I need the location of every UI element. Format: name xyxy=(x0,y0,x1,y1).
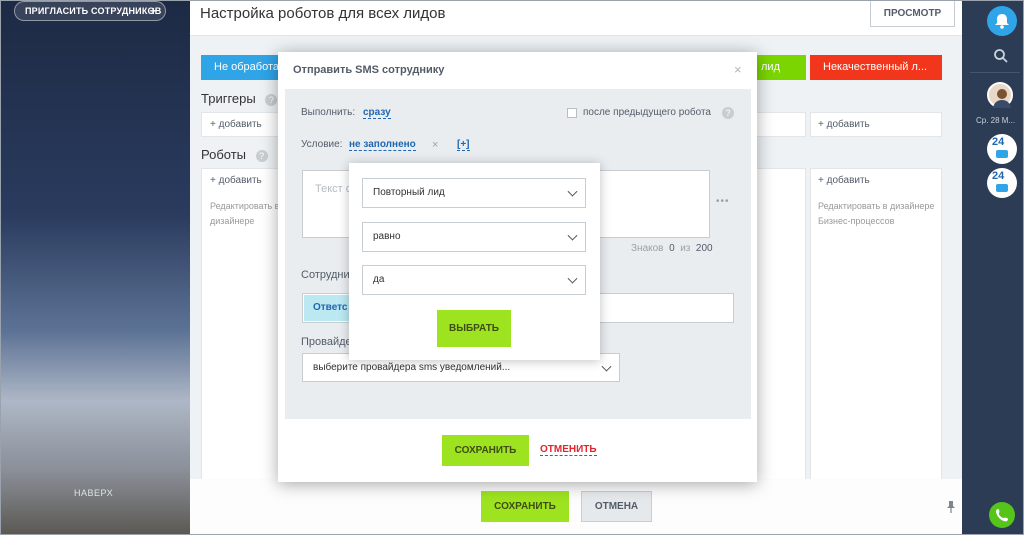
chevron-down-icon xyxy=(601,361,612,372)
robots-label: Роботы xyxy=(201,147,247,162)
triggers-column-left: + добавить xyxy=(201,112,281,137)
plus-icon: + xyxy=(149,4,157,18)
employee-label: Сотрудни xyxy=(301,269,350,281)
designer-link-right[interactable]: Редактировать в дизайнере Бизнес-процесс… xyxy=(818,199,940,229)
sms-text-placeholder: Текст с xyxy=(315,183,352,195)
sidebar-divider xyxy=(970,72,1020,73)
add-trigger-link[interactable]: + добавить xyxy=(210,119,262,130)
choose-button[interactable]: ВЫБРАТЬ xyxy=(437,310,511,347)
page-title: Настройка роботов для всех лидов xyxy=(200,5,446,22)
triggers-column-mid xyxy=(749,112,806,137)
char-counter: Знаков 0 из 200 xyxy=(631,243,713,254)
condition-label: Условие: xyxy=(301,139,343,150)
invite-employees-label: ПРИГЛАСИТЬ СОТРУДНИКОВ xyxy=(25,6,162,16)
add-trigger-link-right[interactable]: + добавить xyxy=(818,119,870,130)
condition-operator-select[interactable]: равно xyxy=(362,222,586,252)
preview-button[interactable]: ПРОСМОТР xyxy=(870,0,955,27)
help-icon[interactable]: ? xyxy=(255,150,268,162)
dialog-title: Отправить SMS сотруднику xyxy=(293,64,445,76)
dialog-cancel-link[interactable]: ОТМЕНИТЬ xyxy=(540,444,597,456)
footer-cancel-button[interactable]: ОТМЕНА xyxy=(581,491,652,522)
chat-icon xyxy=(996,150,1008,158)
footer-bar xyxy=(190,479,962,535)
chat-24-button-1[interactable]: 24 xyxy=(987,134,1017,164)
triggers-column-right: + добавить xyxy=(810,112,942,137)
chat-icon xyxy=(996,184,1008,192)
bell-icon xyxy=(995,14,1009,29)
search-icon[interactable] xyxy=(993,48,1009,67)
condition-field-value: Повторный лид xyxy=(373,187,445,198)
provider-label: Провайде xyxy=(301,336,352,348)
add-condition-link[interactable]: [+] xyxy=(457,139,470,151)
scroll-up-link[interactable]: НАВЕРХ xyxy=(74,488,113,498)
after-previous-checkbox[interactable] xyxy=(567,108,577,118)
right-sidebar xyxy=(962,0,1024,535)
pin-icon[interactable] xyxy=(945,500,957,517)
close-icon[interactable]: × xyxy=(734,62,742,77)
add-robot-link[interactable]: + добавить xyxy=(210,175,262,186)
chat-24-button-2[interactable]: 24 xyxy=(987,168,1017,198)
footer-save-button[interactable]: СОХРАНИТЬ xyxy=(481,491,569,522)
condition-field-select[interactable]: Повторный лид xyxy=(362,178,586,208)
chevron-down-icon xyxy=(567,230,578,241)
chevron-down-icon xyxy=(567,273,578,284)
chevron-down-icon xyxy=(567,186,578,197)
execute-value-link[interactable]: сразу xyxy=(363,107,391,119)
remove-condition-icon[interactable]: × xyxy=(432,139,438,151)
add-robot-link-right[interactable]: + добавить xyxy=(818,175,870,186)
robots-column-mid xyxy=(749,168,806,480)
condition-value-select[interactable]: да xyxy=(362,265,586,295)
triggers-label: Триггеры xyxy=(201,91,256,106)
condition-value-link[interactable]: не заполнено xyxy=(349,139,416,151)
robots-column-right: + добавить Редактировать в дизайнере Биз… xyxy=(810,168,942,480)
triggers-heading: Триггеры ? xyxy=(201,91,278,106)
condition-value-value: да xyxy=(373,274,385,285)
robots-heading: Роботы ? xyxy=(201,147,268,162)
help-icon[interactable]: ? xyxy=(265,94,278,106)
robots-column-left: + добавить Редактировать в дизайнере Биз… xyxy=(201,168,281,480)
designer-link-left[interactable]: Редактировать в дизайнере Бизнес-процесс… xyxy=(210,199,280,229)
phone-button[interactable] xyxy=(989,502,1015,528)
more-options-icon[interactable]: ••• xyxy=(716,196,730,207)
user-avatar[interactable] xyxy=(987,82,1013,108)
provider-select-value: выберите провайдера sms уведомлений... xyxy=(313,362,511,373)
invite-employees-button[interactable]: ПРИГЛАСИТЬ СОТРУДНИКОВ + xyxy=(14,1,166,21)
execute-label: Выполнить: xyxy=(301,107,356,118)
dialog-save-button[interactable]: СОХРАНИТЬ xyxy=(442,435,529,466)
date-label: Ср. 28 М... xyxy=(976,116,1016,125)
stage-low-quality[interactable]: Некачественный л... xyxy=(810,55,942,80)
help-icon[interactable]: ? xyxy=(722,107,734,119)
notifications-button[interactable] xyxy=(987,6,1017,36)
after-previous-label: после предыдущего робота xyxy=(583,107,711,118)
condition-operator-value: равно xyxy=(373,231,401,242)
phone-icon xyxy=(996,509,1008,522)
